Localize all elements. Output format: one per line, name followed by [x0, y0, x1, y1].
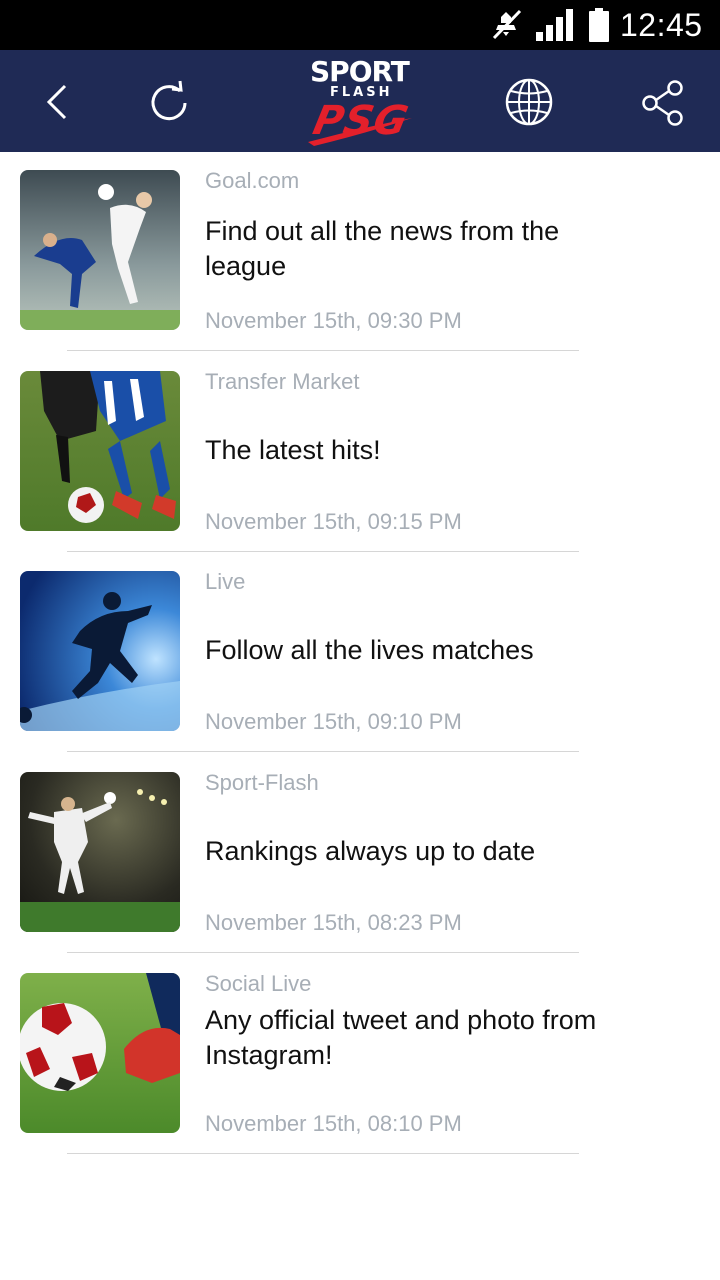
news-item[interactable]: Sport-Flash Rankings always up to date N… — [0, 754, 720, 955]
battery-icon — [589, 8, 609, 42]
news-thumbnail — [20, 973, 180, 1133]
logo-psg-text: PSG — [309, 98, 413, 144]
divider — [67, 350, 579, 351]
app-logo: SPORT FLASH PSG — [300, 56, 422, 148]
news-timestamp: November 15th, 09:15 PM — [205, 509, 462, 534]
news-thumbnail — [20, 170, 180, 330]
news-source: Live — [205, 569, 246, 594]
news-item[interactable]: Goal.com Find out all the news from the … — [0, 152, 720, 353]
news-source: Social Live — [205, 971, 312, 996]
news-title: Rankings always up to date — [205, 836, 536, 866]
mute-icon — [492, 9, 522, 40]
news-title: Any official tweet and photo from Instag… — [205, 1005, 597, 1070]
news-source: Goal.com — [205, 168, 300, 193]
signal-icon — [536, 9, 573, 41]
back-icon[interactable] — [32, 76, 84, 128]
news-title: The latest hits! — [205, 435, 381, 465]
news-timestamp: November 15th, 09:30 PM — [205, 308, 462, 333]
news-timestamp: November 15th, 08:10 PM — [205, 1111, 462, 1136]
news-thumbnail — [20, 772, 180, 932]
news-source: Sport-Flash — [205, 770, 319, 795]
divider — [67, 751, 579, 752]
news-item[interactable]: Live Follow all the lives matches Novemb… — [0, 553, 720, 754]
divider — [67, 952, 579, 953]
status-bar: 12:45 — [0, 0, 720, 50]
divider — [67, 551, 579, 552]
news-thumbnail — [20, 371, 180, 531]
status-time: 12:45 — [620, 7, 703, 43]
news-thumbnail — [20, 571, 180, 731]
globe-icon[interactable] — [503, 76, 555, 128]
news-timestamp: November 15th, 09:10 PM — [205, 709, 462, 734]
refresh-icon[interactable] — [143, 76, 195, 128]
share-icon[interactable] — [637, 76, 689, 128]
news-title: Follow all the lives matches — [205, 635, 534, 665]
news-source: Transfer Market — [205, 369, 360, 394]
news-timestamp: November 15th, 08:23 PM — [205, 910, 462, 935]
app-toolbar: SPORT FLASH PSG — [0, 50, 720, 152]
news-item[interactable]: Social Live Any official tweet and photo… — [0, 955, 720, 1156]
news-title: Find out all the news from the league — [205, 216, 560, 281]
divider — [67, 1153, 579, 1154]
logo-sport-text: SPORT — [310, 55, 410, 88]
news-item[interactable]: Transfer Market The latest hits! Novembe… — [0, 353, 720, 554]
